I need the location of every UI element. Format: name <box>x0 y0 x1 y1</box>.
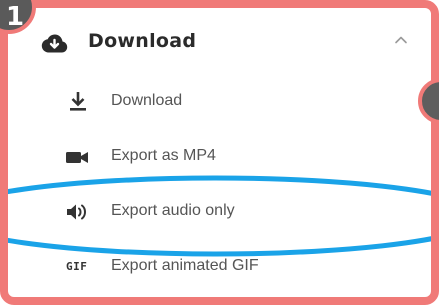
gif-icon-text: GIF <box>66 260 88 273</box>
menu-item-export-audio[interactable]: Export audio only <box>8 192 431 232</box>
menu-item-export-gif[interactable]: GIF Export animated GIF <box>8 247 431 287</box>
download-section-header[interactable]: Download <box>8 26 431 62</box>
menu-item-label: Export animated GIF <box>111 257 259 274</box>
menu-item-label: Export as MP4 <box>111 147 216 164</box>
menu-item-label: Export audio only <box>111 202 235 219</box>
chevron-up-icon[interactable] <box>393 32 409 48</box>
cloud-download-icon <box>41 34 68 53</box>
video-camera-icon <box>66 152 88 163</box>
download-icon <box>70 92 86 111</box>
speaker-icon <box>67 204 86 220</box>
menu-item-export-mp4[interactable]: Export as MP4 <box>8 137 431 177</box>
gif-icon: GIF <box>66 257 90 277</box>
download-panel: Download Download Export as MP4 Export a… <box>8 8 431 297</box>
section-title: Download <box>88 30 197 52</box>
menu-item-download[interactable]: Download <box>8 82 431 122</box>
menu-item-label: Download <box>111 92 183 109</box>
screenshot-stage: Download Download Export as MP4 Export a… <box>0 0 439 305</box>
